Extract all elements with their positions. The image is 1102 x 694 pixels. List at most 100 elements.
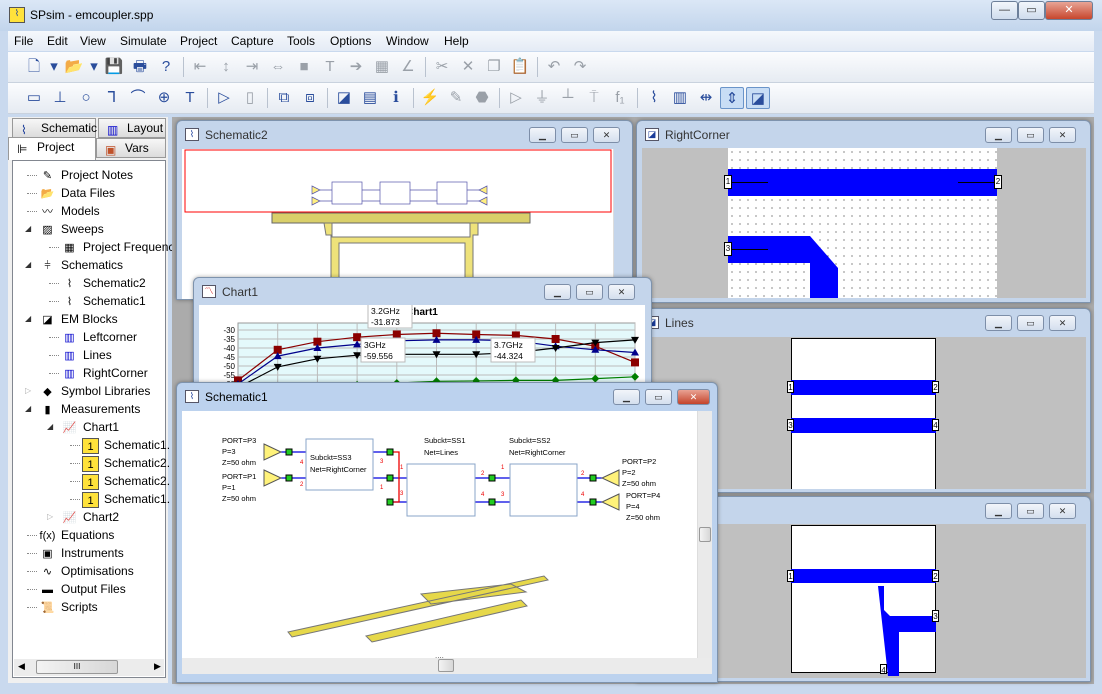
- menu-simulate[interactable]: Simulate: [120, 34, 167, 48]
- minimize-button[interactable]: ▁: [985, 127, 1012, 143]
- tree-item[interactable]: ✎ Project Notes: [27, 166, 133, 184]
- scrollbar-thumb[interactable]: [438, 659, 454, 672]
- tab-project[interactable]: ⊫ Project: [8, 137, 96, 160]
- tree-item[interactable]: 1 Schematic2.: [70, 454, 170, 472]
- tab-vars[interactable]: ▣ Vars: [96, 138, 166, 158]
- print-button[interactable]: 🖶: [128, 56, 152, 78]
- tree-item[interactable]: ∿ Optimisations: [27, 562, 134, 580]
- circle-button[interactable]: ○: [74, 87, 98, 109]
- rightcorner-layout[interactable]: 1 2 3: [642, 148, 1086, 298]
- menu-help[interactable]: Help: [444, 34, 469, 48]
- port-symbol[interactable]: [263, 469, 283, 487]
- tree-item[interactable]: f(x) Equations: [27, 526, 114, 544]
- close-button[interactable]: ✕: [1049, 127, 1076, 143]
- copy-button[interactable]: ❐: [482, 56, 506, 78]
- save-button[interactable]: 💾: [102, 56, 126, 78]
- menu-edit[interactable]: Edit: [47, 34, 68, 48]
- schematic1-window[interactable]: ⌇ Schematic1 ▁ ▭ ✕ PORT=P3 P=3 Z=50 ohm POR…: [176, 382, 718, 683]
- via-button[interactable]: ⊕: [152, 87, 176, 109]
- schematic2-window[interactable]: ⌇ Schematic2 ▁ ▭ ✕: [176, 120, 633, 300]
- schematic-view-button[interactable]: ⌇: [642, 87, 666, 109]
- maximize-button[interactable]: ▭: [561, 127, 588, 143]
- close-button[interactable]: ✕: [1045, 1, 1093, 20]
- tree-item[interactable]: ▣ Instruments: [27, 544, 124, 562]
- arrow-button[interactable]: ➔: [344, 56, 368, 78]
- stop-button[interactable]: ⬣: [470, 87, 494, 109]
- tree-item[interactable]: ▷ ◆ Symbol Libraries: [25, 382, 150, 400]
- close-button[interactable]: ✕: [593, 127, 620, 143]
- subcircuit-block[interactable]: [509, 463, 578, 517]
- maximize-button[interactable]: ▭: [1018, 1, 1045, 20]
- menu-project[interactable]: Project: [180, 34, 217, 48]
- tree-item[interactable]: 1 Schematic2.: [70, 472, 170, 490]
- dropdown-button[interactable]: ▾: [48, 56, 60, 78]
- minimize-button[interactable]: ▁: [985, 503, 1012, 519]
- step-button[interactable]: ⊥: [48, 87, 72, 109]
- rectangle-button[interactable]: ▭: [22, 87, 46, 109]
- probe-button[interactable]: ⍑: [582, 87, 606, 109]
- layout-view-button[interactable]: ▥: [668, 87, 692, 109]
- redo-button[interactable]: ↷: [568, 56, 592, 78]
- expand-arrow-icon[interactable]: ▷: [47, 508, 53, 526]
- em-view-button[interactable]: ◪: [746, 87, 770, 109]
- tree-item[interactable]: 1 Schematic1.: [70, 436, 170, 454]
- new-file-button[interactable]: 🗋: [22, 56, 46, 78]
- bend-button[interactable]: ⅂: [100, 87, 124, 109]
- grid-button[interactable]: ▦: [370, 56, 394, 78]
- maximize-button[interactable]: ▭: [1017, 503, 1044, 519]
- scrollbar-thumb[interactable]: III: [36, 660, 118, 674]
- subtract-button[interactable]: ⧈: [298, 87, 322, 109]
- tree-item[interactable]: ▦ Project Frequenc: [49, 238, 174, 256]
- port-symbol[interactable]: [600, 469, 620, 487]
- ground-button[interactable]: ⏚: [530, 87, 554, 109]
- cut-button[interactable]: ✂: [430, 56, 454, 78]
- menu-file[interactable]: File: [14, 34, 33, 48]
- port-symbol[interactable]: [600, 493, 620, 511]
- vertical-scrollbar[interactable]: [697, 411, 712, 658]
- tree-item[interactable]: 📂 Data Files: [27, 184, 115, 202]
- port-button[interactable]: ▷: [212, 87, 236, 109]
- tree-item[interactable]: ⌇ Schematic1: [49, 292, 146, 310]
- simulate-button[interactable]: ⚡: [418, 87, 442, 109]
- tree-item[interactable]: 〰 Models: [27, 202, 100, 220]
- close-button[interactable]: ✕: [1049, 315, 1076, 331]
- pencil-button[interactable]: ✎: [444, 87, 468, 109]
- minimize-button[interactable]: ▁: [985, 315, 1012, 331]
- tab-layout[interactable]: ▥ Layout: [98, 118, 166, 138]
- tree-item[interactable]: ▥ Lines: [49, 346, 112, 364]
- horizontal-scrollbar[interactable]: ....: [182, 651, 712, 674]
- close-button[interactable]: ✕: [677, 389, 710, 405]
- text-tool-button[interactable]: T: [178, 87, 202, 109]
- tree-item[interactable]: ◢ ⫩ Schematics: [25, 256, 123, 274]
- minimize-button[interactable]: —: [991, 1, 1018, 20]
- cylinder-button[interactable]: ▯: [238, 87, 262, 109]
- maximize-button[interactable]: ▭: [1017, 315, 1044, 331]
- menu-tools[interactable]: Tools: [287, 34, 315, 48]
- close-button[interactable]: ✕: [1049, 503, 1076, 519]
- maximize-button[interactable]: ▭: [645, 389, 672, 405]
- schematic1-canvas[interactable]: PORT=P3 P=3 Z=50 ohm PORT=P1 P=1 Z=50 ohm PORT…: [182, 411, 712, 658]
- open-folder-button[interactable]: 📂: [62, 56, 86, 78]
- minimize-button[interactable]: ▁: [613, 389, 640, 405]
- menu-window[interactable]: Window: [386, 34, 429, 48]
- align-vertical-button[interactable]: ↕: [214, 56, 238, 78]
- text-button[interactable]: T: [318, 56, 342, 78]
- tree-item[interactable]: ◢ ◪ EM Blocks: [25, 310, 118, 328]
- maximize-button[interactable]: ▭: [576, 284, 603, 300]
- info-button[interactable]: ℹ: [384, 87, 408, 109]
- tree-item[interactable]: ⌇ Schematic2: [49, 274, 146, 292]
- split-horizontal-button[interactable]: ⇹: [694, 87, 718, 109]
- align-right-button[interactable]: ⇥: [240, 56, 264, 78]
- pin-button[interactable]: ┴: [556, 87, 580, 109]
- menu-view[interactable]: View: [80, 34, 106, 48]
- paste-button[interactable]: 📋: [508, 56, 532, 78]
- tab-schematic[interactable]: ⌇ Schematic: [12, 118, 97, 138]
- tree-item[interactable]: ▥ RightCorner: [49, 364, 148, 382]
- union-button[interactable]: ⧉: [272, 87, 296, 109]
- tree-item[interactable]: ▷ 📈 Chart2: [47, 508, 119, 526]
- box-button[interactable]: ■: [292, 56, 316, 78]
- scrollbar-thumb[interactable]: [699, 527, 711, 542]
- split-vertical-button[interactable]: ⇕: [720, 87, 744, 109]
- delete-button[interactable]: ✕: [456, 56, 480, 78]
- distribute-button[interactable]: ⇔: [266, 56, 290, 78]
